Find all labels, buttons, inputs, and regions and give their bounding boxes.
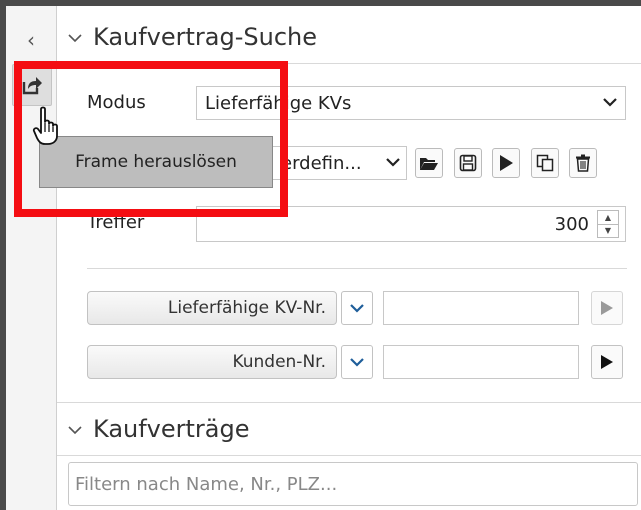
treffer-value: 300 [554,213,589,235]
chevron-left-icon: ‹ [27,28,35,52]
run-search-button[interactable] [492,148,520,178]
treffer-stepper[interactable]: ▲ ▼ [597,210,619,238]
detach-frame-icon [22,77,42,95]
criterion-label: Kunden-Nr. [232,352,326,372]
results-section-title: Kaufverträge [93,415,250,443]
criterion-operator-button[interactable] [341,345,373,379]
criterion-field-button-kv-nr[interactable]: Lieferfähige KV-Nr. [87,291,337,325]
open-preset-button[interactable] [415,148,443,178]
treffer-label: Treffer [87,212,145,233]
chevron-down-icon [57,28,93,47]
criterion-value-input[interactable] [383,345,579,379]
results-section-header[interactable]: Kaufverträge [57,402,641,456]
preset-value: erdefin... [281,152,362,174]
modus-select[interactable]: Lieferfähige KVs [196,86,626,120]
play-icon [601,301,613,315]
criterion-run-button[interactable] [591,345,623,379]
chevron-down-icon [57,420,93,439]
delete-preset-button[interactable] [569,148,597,178]
tooltip: Frame herauslösen [39,136,273,188]
copy-icon [536,154,554,172]
trash-icon [576,154,590,172]
chevron-down-icon [350,358,364,367]
collapse-button[interactable]: ‹ [6,20,56,60]
criterion-operator-button[interactable] [341,291,373,325]
chevron-down-icon [595,95,625,111]
modus-label: Modus [87,92,146,113]
chevron-down-icon [380,155,406,171]
left-toolbar: ‹ [6,6,57,510]
preset-select[interactable]: erdefin... [273,146,407,180]
play-icon [500,155,513,171]
section-divider [87,268,627,269]
save-icon [459,154,477,172]
save-preset-button[interactable] [454,148,482,178]
treffer-input[interactable]: 300 ▲ ▼ [196,206,626,242]
search-section-header[interactable]: Kaufvertrag-Suche [57,11,641,64]
search-section-title: Kaufvertrag-Suche [93,23,318,51]
play-icon [601,355,613,369]
app-frame: ‹ Kaufvertrag-Suche Modus Lieferfähige K… [6,6,641,510]
criterion-label: Lieferfähige KV-Nr. [167,298,326,318]
criterion-value-input[interactable] [383,291,579,325]
modus-value: Lieferfähige KVs [205,92,352,114]
copy-preset-button[interactable] [531,148,559,178]
folder-open-icon [420,158,438,170]
detach-frame-button[interactable] [12,64,52,106]
chevron-down-icon [350,304,364,313]
criterion-run-button[interactable] [591,291,623,325]
spin-up-icon[interactable]: ▲ [598,211,618,225]
spin-down-icon[interactable]: ▼ [598,225,618,238]
tooltip-text: Frame herauslösen [75,152,237,172]
main-panel: Kaufvertrag-Suche Modus Lieferfähige KVs… [57,6,641,510]
filter-input[interactable] [68,462,638,506]
criterion-field-button-kunden-nr[interactable]: Kunden-Nr. [87,345,337,379]
hand-cursor-icon [32,106,58,145]
